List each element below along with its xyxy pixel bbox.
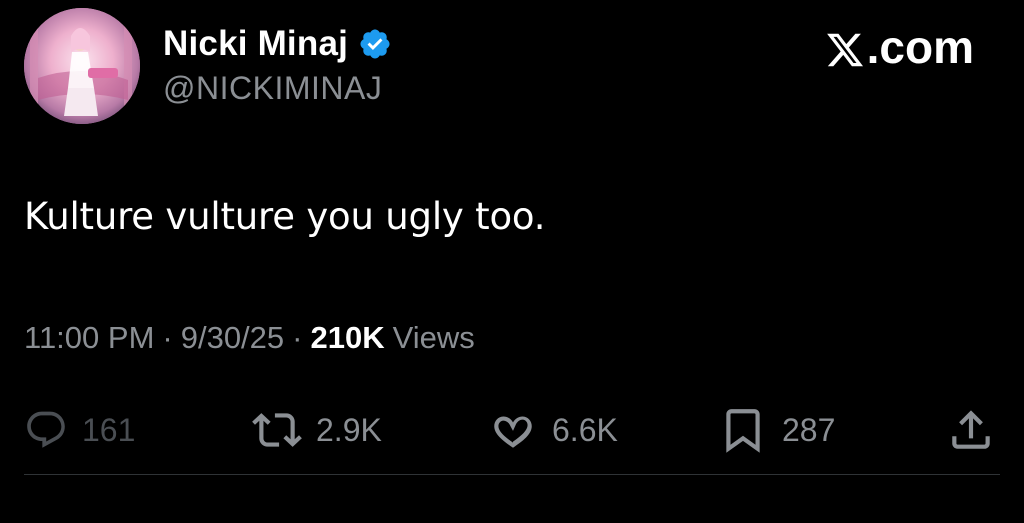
action-bar: 161 2.9K 6.6K 287 — [0, 400, 1024, 460]
author-handle[interactable]: @NICKIMINAJ — [163, 70, 382, 107]
tweet-text: Kulture vulture you ugly too. — [24, 195, 546, 238]
reply-count: 161 — [82, 411, 136, 448]
verified-badge-icon — [358, 27, 392, 61]
views-label: Views — [392, 320, 475, 355]
repost-icon — [252, 405, 302, 455]
tweet-date[interactable]: 9/30/25 — [181, 320, 284, 356]
x-brand-logo: .com — [825, 20, 974, 74]
repost-count: 2.9K — [316, 411, 382, 448]
like-count: 6.6K — [552, 411, 618, 448]
bookmark-icon — [718, 405, 768, 455]
tweet-time[interactable]: 11:00 PM — [24, 320, 154, 356]
share-icon — [946, 405, 996, 455]
reply-button[interactable]: 161 — [24, 400, 135, 460]
x-logo-icon — [825, 27, 865, 67]
repost-button[interactable]: 2.9K — [252, 400, 382, 460]
avatar-image — [24, 8, 140, 124]
tweet-metadata: 11:00 PM · 9/30/25 · 210K Views — [24, 320, 475, 356]
bookmark-button[interactable]: 287 — [718, 400, 835, 460]
bookmark-count: 287 — [782, 411, 836, 448]
author-name-row[interactable]: Nicki Minaj — [163, 22, 392, 66]
x-logo-text: .com — [866, 21, 974, 73]
meta-separator: · — [162, 320, 173, 355]
share-button[interactable] — [946, 400, 996, 460]
heart-icon — [488, 405, 538, 455]
meta-separator: · — [292, 320, 303, 355]
tweet-card: Nicki Minaj @NICKIMINAJ .com Kulture vul… — [0, 0, 1024, 523]
views-count: 210K — [310, 320, 385, 355]
like-button[interactable]: 6.6K — [488, 400, 618, 460]
divider — [24, 474, 1000, 475]
display-name[interactable]: Nicki Minaj — [163, 24, 348, 64]
reply-icon — [24, 408, 68, 452]
avatar[interactable] — [24, 8, 140, 124]
